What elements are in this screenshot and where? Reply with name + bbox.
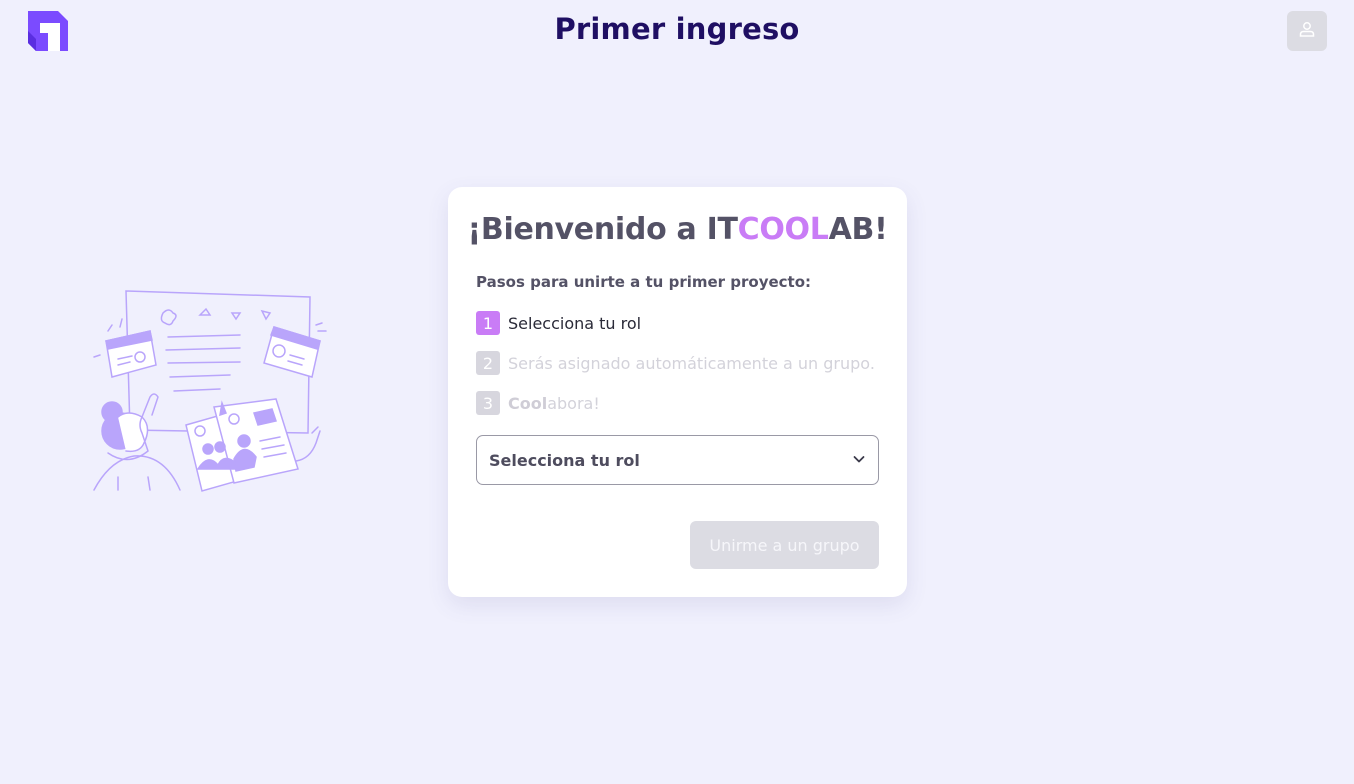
step-text: Selecciona tu rol [508,313,642,333]
step-number: 3 [476,391,500,415]
page-title: Primer ingreso [554,12,800,46]
welcome-suffix: AB! [828,212,888,247]
step-1: 1 Selecciona tu rol [476,311,641,335]
step-number: 2 [476,351,500,375]
chevron-down-icon [852,451,866,470]
welcome-accent: COOL [737,212,829,247]
welcome-heading: ¡Bienvenido a ITCOOLAB! [448,212,907,247]
welcome-prefix: ¡Bienvenido a IT [467,212,738,247]
step-3: 3 Coolabora! [476,391,600,415]
user-icon [1298,20,1316,42]
onboarding-card: ¡Bienvenido a ITCOOLAB! Pasos para unirt… [448,187,907,597]
step-number: 1 [476,311,500,335]
profile-button[interactable] [1287,11,1327,51]
join-group-button[interactable]: Unirme a un grupo [690,521,879,569]
step-text: Coolabora! [508,394,600,413]
onboarding-illustration [90,285,330,495]
step-text-bold: Cool [508,393,548,413]
step-2: 2 Serás asignado automáticamente a un gr… [476,351,875,375]
role-select[interactable]: Selecciona tu rol [476,435,879,485]
steps-title: Pasos para unirte a tu primer proyecto: [476,273,812,291]
step-text-rest: abora! [547,393,600,413]
step-text: Serás asignado automáticamente a un grup… [508,353,875,373]
role-select-value: Selecciona tu rol [489,450,640,470]
